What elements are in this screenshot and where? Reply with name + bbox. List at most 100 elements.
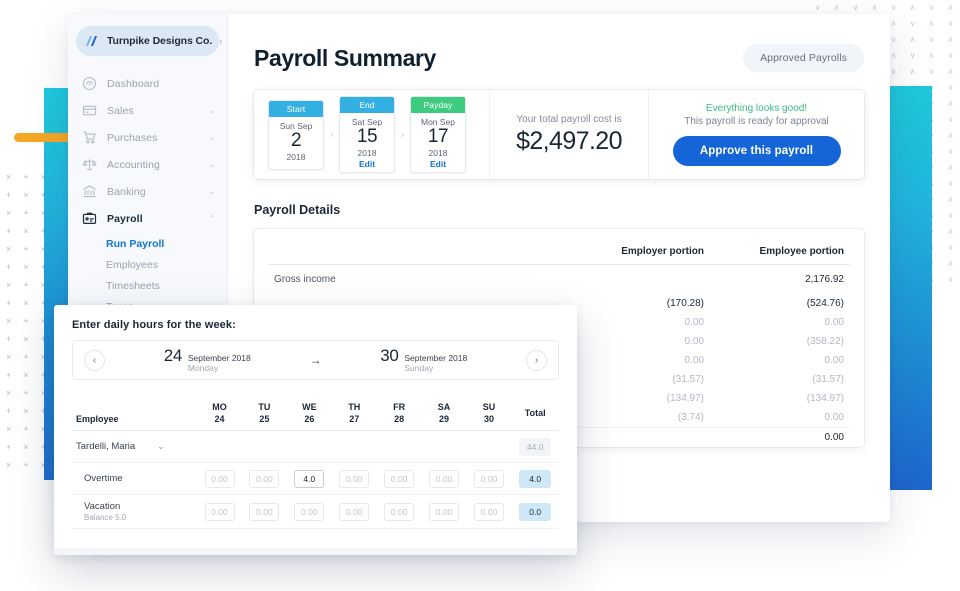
decor-glyph: × xyxy=(6,388,12,398)
next-week-button[interactable]: › xyxy=(526,349,547,371)
table-header-row: Employer portion Employee portion xyxy=(268,229,850,265)
hours-input[interactable]: 0.00 xyxy=(204,470,235,488)
decor-glyph: ∨ xyxy=(928,3,935,12)
decorative-gradient-bar-right xyxy=(884,86,932,490)
hours-input[interactable]: 0.00 xyxy=(249,503,280,521)
date-card-edit-link[interactable]: Edit xyxy=(411,158,465,172)
row-sublabel: Balance 5.0 xyxy=(84,513,127,522)
sidebar-item-run-payroll[interactable]: Run Payroll xyxy=(68,233,227,254)
column-header-employee: Employee xyxy=(72,402,198,431)
sidebar-item-label: Banking xyxy=(107,185,146,198)
hours-cell[interactable]: 0.00 xyxy=(466,462,512,495)
hours-input[interactable]: 0.00 xyxy=(384,470,415,488)
hours-cell[interactable]: 0.00 xyxy=(421,462,467,495)
hours-input[interactable]: 4.0 xyxy=(294,470,325,488)
date-card-day: 17 xyxy=(427,126,449,147)
chevron-down-icon[interactable]: ⌄ xyxy=(157,441,165,451)
hours-cell[interactable]: 0.00 xyxy=(241,462,287,495)
decor-glyph: ∧ xyxy=(909,67,916,76)
date-card-end: End Sat Sep 15 2018 Edit xyxy=(339,96,395,173)
decor-glyph: + xyxy=(6,190,12,200)
hours-input[interactable]: 0.00 xyxy=(249,470,280,488)
decor-glyph: ∧ xyxy=(947,99,954,108)
hours-cell[interactable]: 0.00 xyxy=(197,462,242,495)
hours-cell[interactable]: 0.00 xyxy=(286,494,332,529)
sidebar-item-banking[interactable]: Banking ⌄ xyxy=(68,178,227,205)
hours-cell[interactable]: 0.00 xyxy=(466,494,512,529)
hours-cell[interactable]: 0.00 xyxy=(241,494,287,529)
hours-input[interactable]: 0.00 xyxy=(429,503,460,521)
employer-portion-value xyxy=(570,427,710,447)
cart-icon xyxy=(82,130,97,145)
prev-week-button[interactable]: ‹ xyxy=(84,349,105,371)
column-header-day: SU 30 xyxy=(466,402,512,431)
sidebar-item-label: Dashboard xyxy=(107,77,160,90)
sidebar-item-accounting[interactable]: Accounting ⌄ xyxy=(68,151,227,178)
decor-glyph: ∨ xyxy=(909,51,916,60)
day-abbrev: WE xyxy=(302,402,317,412)
hours-input[interactable]: 0.00 xyxy=(339,503,370,521)
decor-glyph: + xyxy=(23,388,29,398)
timesheet-table: Employee MO 24 TU 25 WE 26 TH 27 FR 28 SA 29 SU 30 Tota… xyxy=(72,402,559,529)
hours-cell[interactable]: 0.00 xyxy=(421,494,467,529)
date-step-arrow-icon: › xyxy=(400,128,405,141)
decor-glyph: ∧ xyxy=(947,67,954,76)
hours-cell[interactable]: 0.00 xyxy=(376,462,422,495)
employer-portion-value: 0.00 xyxy=(684,317,704,328)
employee-portion-value: (358.22) xyxy=(806,336,844,347)
hours-input[interactable]: 0.00 xyxy=(339,470,370,488)
sidebar-item-payroll[interactable]: Payroll ⌃ xyxy=(68,205,227,232)
bank-icon xyxy=(82,184,97,199)
range-end: 30 September 2018 Sunday xyxy=(380,346,467,374)
decor-glyph: + xyxy=(6,226,12,236)
sidebar-item-employees[interactable]: Employees xyxy=(68,254,227,275)
decor-glyph: ∧ xyxy=(947,227,954,236)
employee-portion-value: (524.76) xyxy=(806,298,844,309)
chevron-down-icon: ⌄ xyxy=(208,160,215,169)
date-card-dow: Sun Sep xyxy=(279,120,313,131)
sidebar-item-timesheets[interactable]: Timesheets xyxy=(68,275,227,296)
hours-cell[interactable]: 0.00 xyxy=(331,494,377,529)
approve-payroll-button[interactable]: Approve this payroll xyxy=(672,136,841,166)
employee-name-cell[interactable]: Tardelli, Maria ⌄ xyxy=(72,430,198,463)
hours-input[interactable]: 0.00 xyxy=(473,470,504,488)
hours-cell[interactable]: 0.00 xyxy=(376,494,422,529)
decor-glyph: + xyxy=(23,280,29,290)
hours-cell[interactable]: 4.0 xyxy=(286,462,332,495)
date-card-day: 15 xyxy=(356,126,378,147)
row-label: Vacation xyxy=(84,501,121,512)
decor-glyph: ∧ xyxy=(947,3,954,12)
sidebar-item-dashboard[interactable]: Dashboard xyxy=(68,70,227,97)
sidebar-subitem-label: Run Payroll xyxy=(106,237,165,250)
column-header-total: Total xyxy=(511,402,559,431)
sidebar-item-sales[interactable]: Sales ⌄ xyxy=(68,97,227,124)
decor-glyph: ∧ xyxy=(909,35,916,44)
decor-glyph: × xyxy=(23,190,29,200)
row-total-value: 4.0 xyxy=(519,470,552,488)
hours-cell[interactable]: 0.00 xyxy=(331,462,377,495)
employer-portion-value: (31.57) xyxy=(672,374,704,385)
hours-input[interactable]: 0.00 xyxy=(473,503,504,521)
date-card-edit-link[interactable]: Edit xyxy=(340,158,394,172)
employee-total-cell: 44.0 xyxy=(511,430,559,463)
hours-input[interactable]: 0.00 xyxy=(429,470,460,488)
decor-glyph: + xyxy=(6,334,12,344)
date-card-dow: Sat Sep xyxy=(351,117,383,127)
hours-input[interactable]: 0.00 xyxy=(204,503,235,521)
decor-glyph: × xyxy=(6,424,12,434)
row-total-cell: 0.0 xyxy=(511,494,559,529)
decor-glyph: + xyxy=(23,460,29,470)
day-abbrev: TU xyxy=(258,402,271,412)
day-number: 25 xyxy=(259,414,270,424)
hours-input[interactable]: 0.00 xyxy=(294,503,325,521)
employer-portion-value: (170.28) xyxy=(666,298,704,309)
approved-payrolls-button[interactable]: Approved Payrolls xyxy=(743,44,864,72)
hours-input[interactable]: 0.00 xyxy=(384,503,415,521)
dashboard-icon xyxy=(82,76,97,91)
column-header-day: FR 28 xyxy=(376,402,422,431)
decor-glyph: ∧ xyxy=(947,259,954,268)
hours-cell[interactable]: 0.00 xyxy=(197,494,242,529)
brand-selector[interactable]: Turnpike Designs Co. › xyxy=(76,26,222,56)
sidebar-item-purchases[interactable]: Purchases ⌄ xyxy=(68,124,227,151)
chevron-down-icon: ⌄ xyxy=(208,106,215,115)
